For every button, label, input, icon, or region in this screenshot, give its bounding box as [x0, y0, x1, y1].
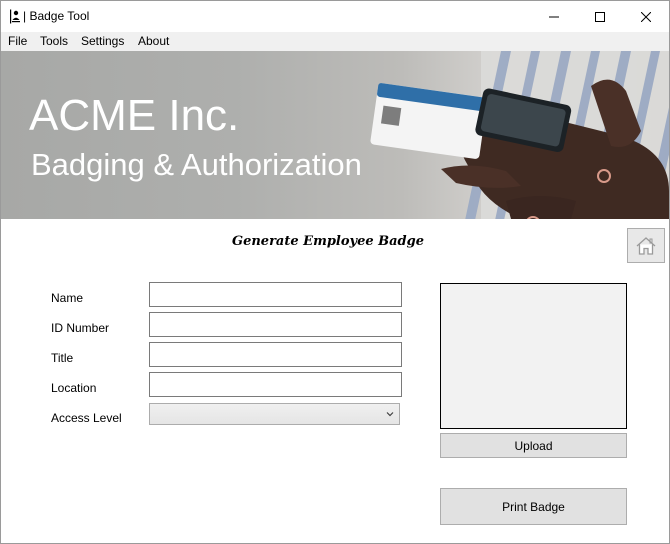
home-button[interactable]	[627, 228, 665, 263]
banner-title: ACME Inc.	[29, 91, 240, 140]
menu-file[interactable]: File	[8, 34, 27, 48]
form-heading: Generate Employee Badge	[231, 234, 425, 249]
menu-bar: File Tools Settings About	[1, 32, 669, 51]
close-button[interactable]	[623, 1, 669, 32]
photo-preview	[440, 283, 627, 429]
header-banner: ACME Inc. Badging & Authorization	[1, 51, 669, 219]
badge-app-icon	[9, 9, 21, 24]
window-title: Badge Tool	[29, 9, 90, 23]
home-icon	[636, 236, 656, 255]
id-number-label: ID Number	[51, 321, 110, 335]
menu-tools[interactable]: Tools	[40, 34, 68, 48]
title-bar[interactable]: | Badge Tool	[1, 1, 669, 32]
id-number-input[interactable]	[149, 312, 402, 337]
location-input[interactable]	[149, 372, 402, 397]
location-label: Location	[51, 381, 97, 395]
menu-about[interactable]: About	[138, 34, 169, 48]
banner-subtitle: Badging & Authorization	[31, 147, 362, 182]
menu-settings[interactable]: Settings	[81, 34, 124, 48]
close-icon	[641, 11, 651, 22]
title-input[interactable]	[149, 342, 402, 367]
title-label: Title	[51, 351, 74, 365]
name-label: Name	[51, 291, 84, 305]
maximize-icon	[595, 11, 605, 22]
upload-button[interactable]: Upload	[440, 433, 627, 458]
access-level-select[interactable]	[149, 403, 400, 425]
print-badge-button[interactable]: Print Badge	[440, 488, 627, 525]
minimize-icon	[549, 16, 559, 17]
chevron-down-icon	[386, 412, 394, 417]
access-level-label: Access Level	[51, 411, 122, 425]
minimize-button[interactable]	[531, 1, 577, 32]
maximize-button[interactable]	[577, 1, 623, 32]
name-input[interactable]	[149, 282, 402, 307]
app-window: | Badge Tool File Tools Settings About A…	[0, 0, 670, 544]
window-title-text: | Badge Tool	[23, 9, 90, 23]
